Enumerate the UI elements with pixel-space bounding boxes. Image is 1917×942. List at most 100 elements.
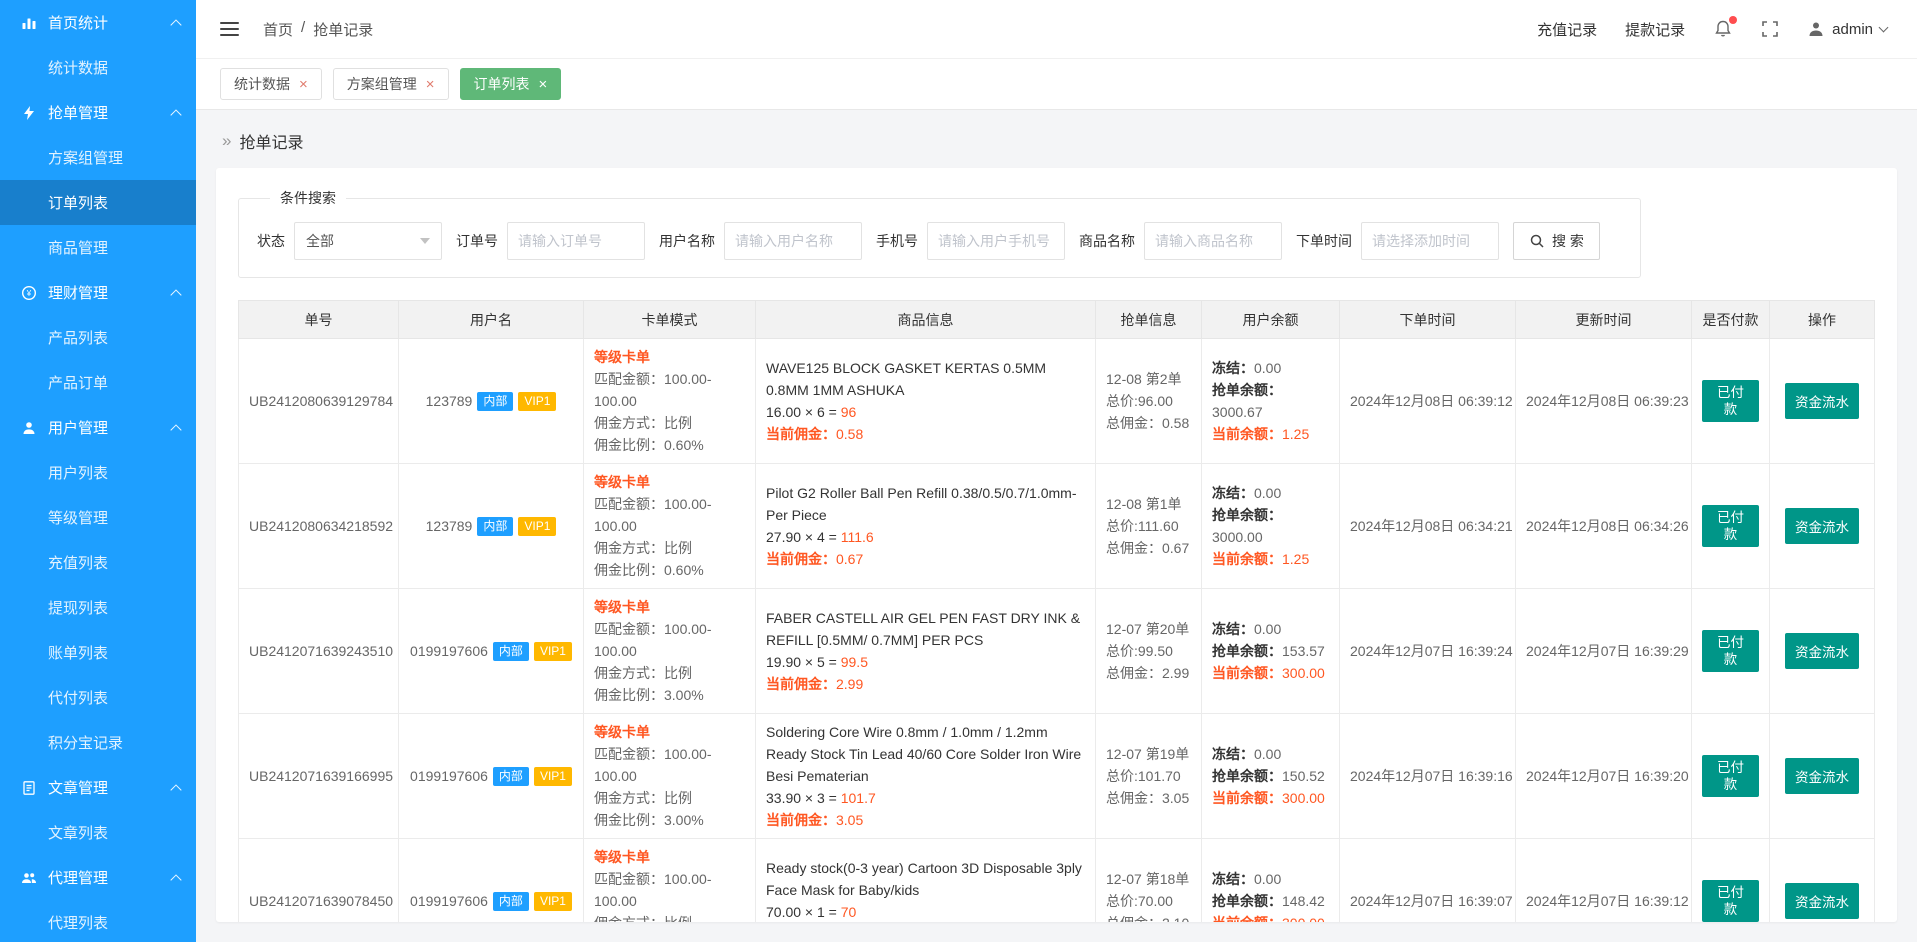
commission-method-label: 佣金方式： bbox=[594, 790, 664, 806]
commission-ratio-label: 佣金比例： bbox=[594, 812, 664, 828]
grab-info-cell: 12-08 第2单 总价:96.00 总佣金：0.58 bbox=[1095, 338, 1202, 464]
search-field-input[interactable] bbox=[724, 222, 862, 260]
sidebar-item[interactable]: 提现列表 bbox=[0, 585, 196, 630]
sidebar-item[interactable]: 商品管理 bbox=[0, 225, 196, 270]
card-mode-cell: 等级卡单 匹配金额：100.00-100.00 佣金方式：比例 佣金比例：0.6… bbox=[583, 463, 756, 589]
sidebar-item-label: 账单列表 bbox=[48, 645, 109, 662]
recharge-records-link[interactable]: 充值记录 bbox=[1537, 19, 1597, 40]
tab[interactable]: 订单列表 × bbox=[459, 68, 562, 100]
sidebar-item-label: 文章列表 bbox=[48, 825, 109, 842]
commission-ratio-value: 3.00% bbox=[664, 812, 704, 828]
sidebar-item[interactable]: 代理列表 bbox=[0, 900, 196, 942]
tab-close-icon[interactable]: × bbox=[539, 77, 548, 92]
search-field: 商品名称 bbox=[1079, 222, 1282, 260]
sidebar-item[interactable]: 积分宝记录 bbox=[0, 720, 196, 765]
commission-ratio-line: 佣金比例：3.00% bbox=[594, 684, 745, 706]
search-button[interactable]: 搜 索 bbox=[1513, 222, 1600, 260]
tab-close-icon[interactable]: × bbox=[299, 77, 308, 92]
sidebar-section-label: 代理管理 bbox=[48, 870, 109, 887]
paid-status-cell: 已付款 bbox=[1691, 588, 1770, 714]
sidebar-item[interactable]: 等级管理 bbox=[0, 495, 196, 540]
order-time-cell: 2024年12月07日 16:39:24 bbox=[1339, 588, 1516, 714]
grab-balance-value: 3000.67 bbox=[1212, 404, 1263, 420]
breadcrumb-home[interactable]: 首页 bbox=[263, 19, 293, 40]
search-panel-legend: 条件搜索 bbox=[280, 190, 336, 206]
grab-balance-line: 抢单余额：150.52 bbox=[1212, 765, 1329, 787]
username: 0199197606 bbox=[410, 643, 488, 659]
sidebar-item[interactable]: 方案组管理 bbox=[0, 135, 196, 180]
product-calc-total: 99.5 bbox=[840, 654, 868, 670]
sidebar-item[interactable]: 订单列表 bbox=[0, 180, 196, 225]
search-field-input[interactable] bbox=[927, 222, 1065, 260]
grab-commission-value: 0.58 bbox=[1162, 415, 1190, 431]
user-menu[interactable]: admin bbox=[1807, 20, 1889, 38]
fund-flow-button[interactable]: 资金流水 bbox=[1785, 508, 1859, 544]
grab-total-line: 总价:111.60 bbox=[1106, 515, 1191, 537]
status-select[interactable]: 全部 bbox=[294, 222, 442, 260]
product-calc-line: 27.90 × 4 = 111.6 bbox=[766, 526, 1085, 548]
sidebar-section-header[interactable]: ¥ 抢单管理 bbox=[0, 90, 196, 135]
current-commission-value: 3.05 bbox=[836, 812, 864, 828]
sidebar-item[interactable]: 产品列表 bbox=[0, 315, 196, 360]
tab[interactable]: 统计数据 × bbox=[220, 68, 322, 100]
frozen-value: 0.00 bbox=[1254, 621, 1282, 637]
sidebar-section: ¥ 文章管理 文章列表 bbox=[0, 765, 196, 855]
fund-flow-button[interactable]: 资金流水 bbox=[1785, 383, 1859, 419]
vip-tag-badge: VIP1 bbox=[533, 766, 572, 786]
frozen-value: 0.00 bbox=[1254, 360, 1282, 376]
frozen-label: 冻结： bbox=[1212, 360, 1254, 376]
balance-cell: 冻结：0.00 抢单余额： 3000.00 当前余额：1.25 bbox=[1201, 463, 1340, 589]
order-no: UB2412071639166995 bbox=[249, 768, 394, 784]
sidebar-section-header[interactable]: ¥ 理财管理 bbox=[0, 270, 196, 315]
orders-table-body: UB2412080639129784 123789 内部 VIP1 等级卡单 匹… bbox=[238, 338, 1875, 922]
match-amount-line: 匹配金额：100.00-100.00 bbox=[594, 618, 745, 662]
search-field: 手机号 bbox=[876, 222, 1065, 260]
fund-flow-button[interactable]: 资金流水 bbox=[1785, 758, 1859, 794]
search-field-input[interactable] bbox=[507, 222, 645, 260]
frozen-line: 冻结：0.00 bbox=[1212, 868, 1329, 890]
sidebar-section-header[interactable]: ¥ 用户管理 bbox=[0, 405, 196, 450]
sidebar-item-label: 商品管理 bbox=[48, 240, 109, 257]
sidebar-item[interactable]: 账单列表 bbox=[0, 630, 196, 675]
sidebar-item[interactable]: 统计数据 bbox=[0, 45, 196, 90]
sidebar-item[interactable]: 文章列表 bbox=[0, 810, 196, 855]
tab-close-icon[interactable]: × bbox=[426, 77, 435, 92]
status-label: 状态 bbox=[257, 233, 285, 249]
commission-ratio-value: 0.60% bbox=[664, 562, 704, 578]
update-time: 2024年12月08日 06:39:23 bbox=[1526, 393, 1689, 409]
sidebar-item[interactable]: 产品订单 bbox=[0, 360, 196, 405]
search-field-input[interactable] bbox=[1361, 222, 1499, 260]
commission-ratio-label: 佣金比例： bbox=[594, 687, 664, 703]
grab-commission-label: 总佣金： bbox=[1106, 415, 1162, 431]
commission-method-value: 比例 bbox=[664, 665, 692, 681]
sidebar-section-header[interactable]: ¥ 代理管理 bbox=[0, 855, 196, 900]
sidebar-section-header[interactable]: ¥ 文章管理 bbox=[0, 765, 196, 810]
table-row: UB2412080639129784 123789 内部 VIP1 等级卡单 匹… bbox=[238, 338, 1875, 464]
orders-table: 单号 用户名 卡单模式 商品信息 抢单信息 用户余额 下单时间 更新时间 是否付… bbox=[238, 300, 1875, 922]
chevron-up-icon bbox=[170, 288, 182, 301]
withdraw-records-link[interactable]: 提款记录 bbox=[1625, 19, 1685, 40]
search-field-input[interactable] bbox=[1144, 222, 1282, 260]
fund-flow-button[interactable]: 资金流水 bbox=[1785, 883, 1859, 919]
sidebar-item[interactable]: 用户列表 bbox=[0, 450, 196, 495]
card-mode: 等级卡单 bbox=[594, 349, 650, 365]
frozen-line: 冻结：0.00 bbox=[1212, 618, 1329, 640]
sidebar-item[interactable]: 代付列表 bbox=[0, 675, 196, 720]
fund-flow-button[interactable]: 资金流水 bbox=[1785, 633, 1859, 669]
frozen-value: 0.00 bbox=[1254, 746, 1282, 762]
sidebar-section-items: 代理列表 bbox=[0, 900, 196, 942]
fullscreen-icon[interactable] bbox=[1761, 20, 1779, 38]
commission-ratio-label: 佣金比例： bbox=[594, 562, 664, 578]
sidebar-section-items: 文章列表 bbox=[0, 810, 196, 855]
tab[interactable]: 方案组管理 × bbox=[332, 68, 449, 100]
column-header: 卡单模式 bbox=[583, 300, 756, 339]
topbar-right: 充值记录 提款记录 admin bbox=[1537, 16, 1889, 40]
sidebar-item[interactable]: 充值列表 bbox=[0, 540, 196, 585]
grab-commission-label: 总佣金： bbox=[1106, 665, 1162, 681]
grab-seq: 12-08 第1单 bbox=[1106, 496, 1182, 512]
sidebar-section-header[interactable]: ¥ 首页统计 bbox=[0, 0, 196, 45]
notification-bell-icon[interactable] bbox=[1713, 16, 1738, 39]
menu-toggle-icon[interactable] bbox=[220, 22, 239, 36]
product-calc-total: 111.6 bbox=[840, 529, 874, 545]
update-time-cell: 2024年12月08日 06:39:23 bbox=[1515, 338, 1692, 464]
